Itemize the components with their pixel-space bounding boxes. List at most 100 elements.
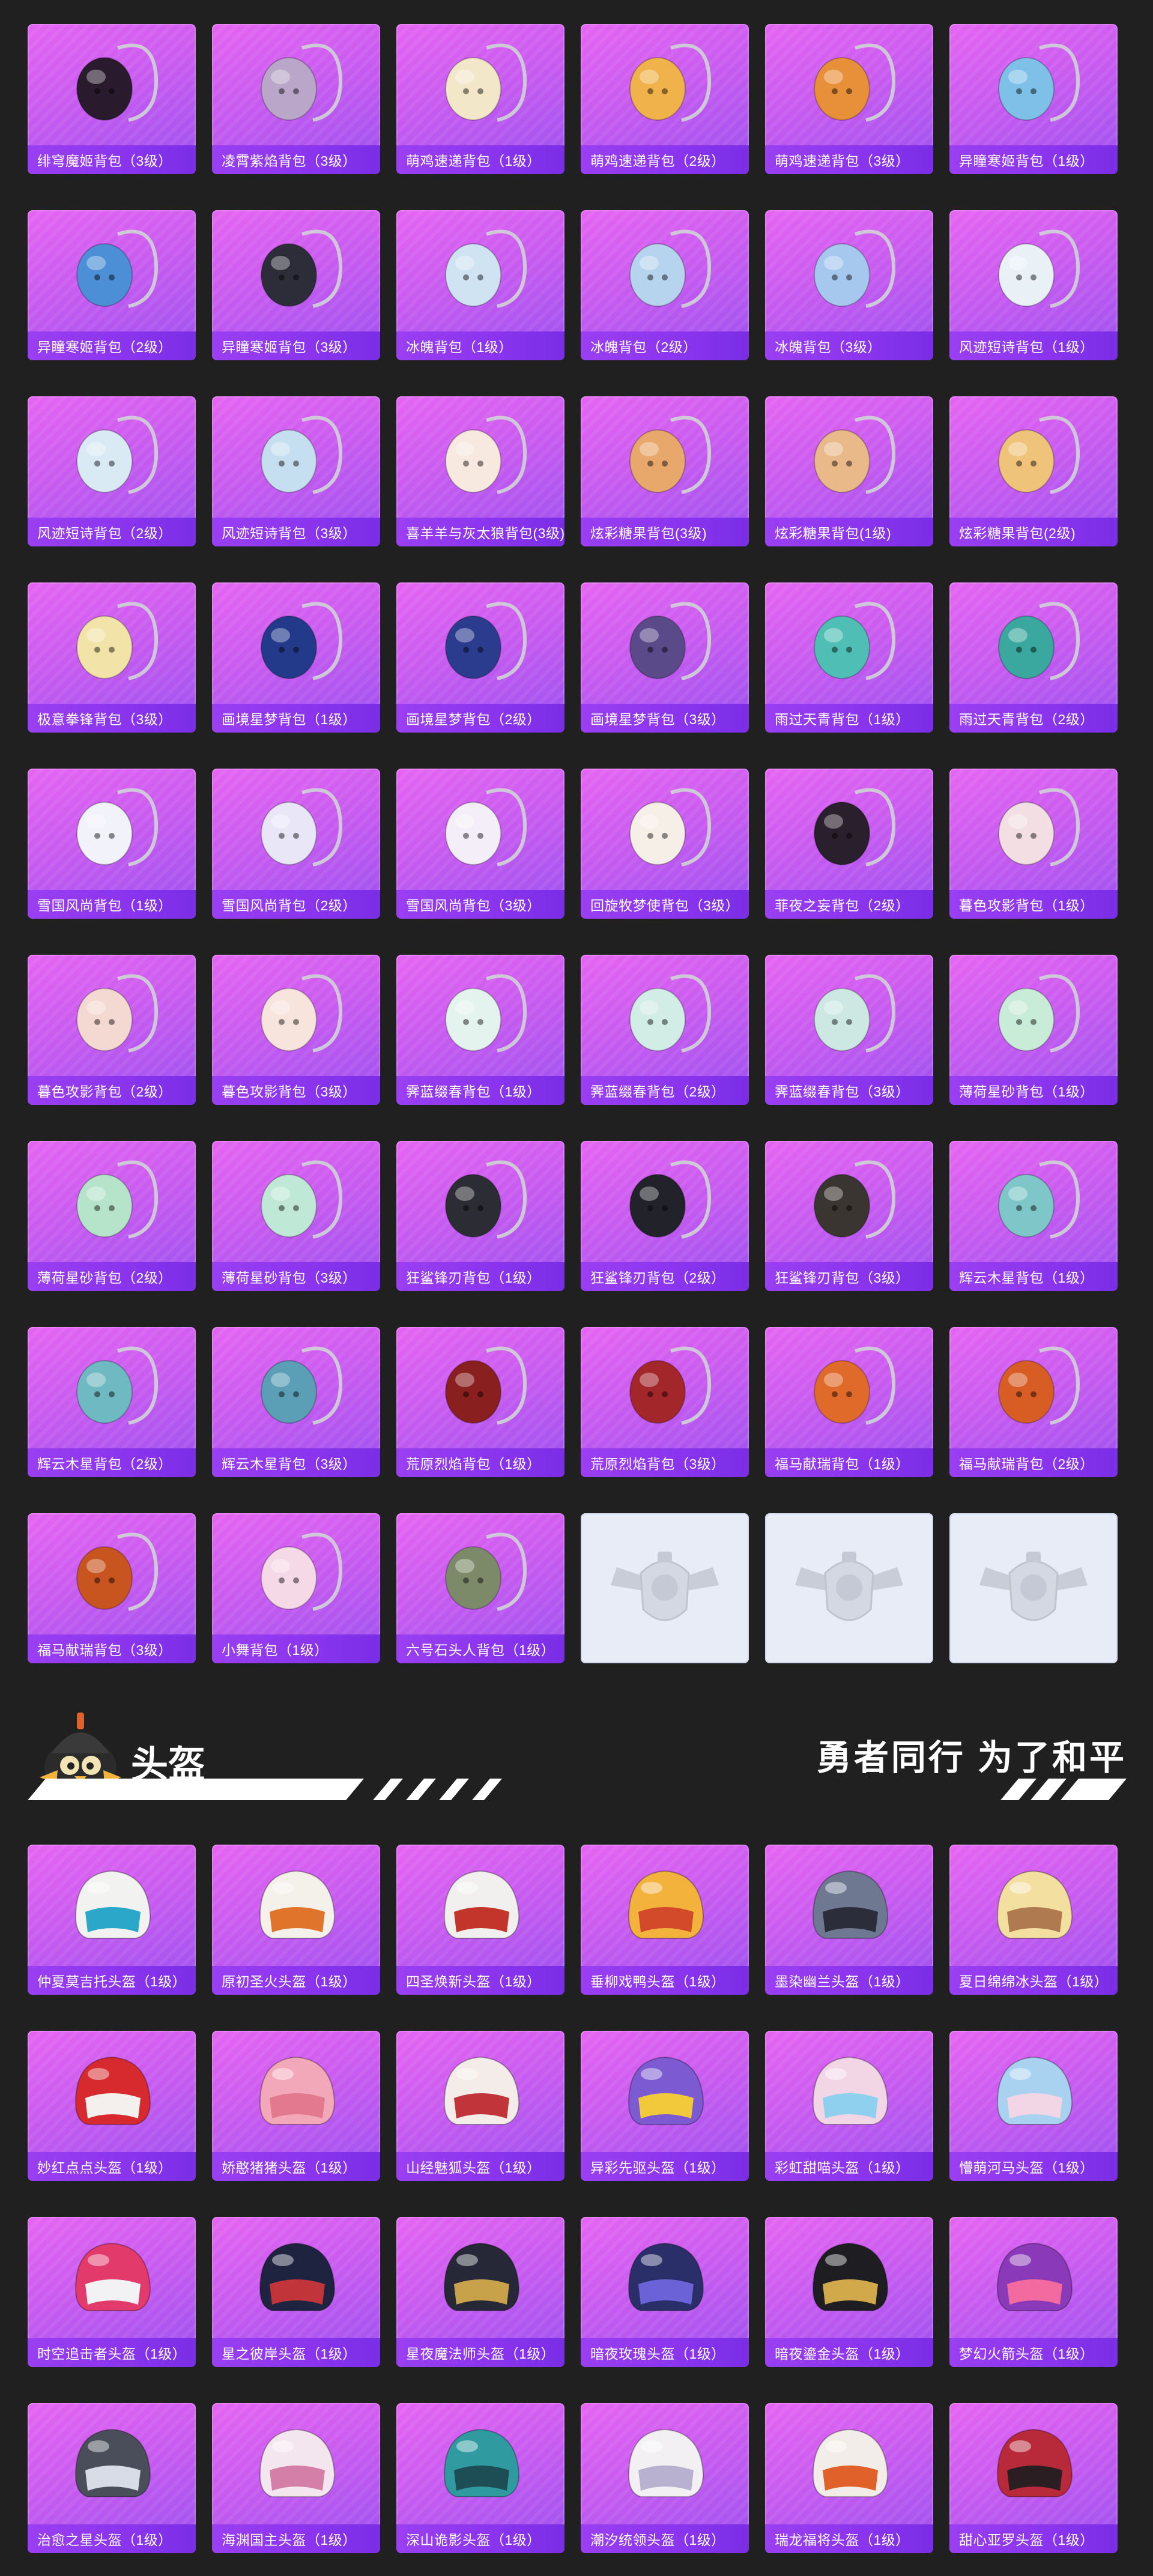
helmet-card[interactable]: 夏日绵绵冰头盔（1级） (949, 1845, 1118, 1995)
helmet-card-label: 暗夜鎏金头盔（1级） (775, 2346, 910, 2362)
backpack-card[interactable]: 凌霄紫焰背包（3级） (212, 24, 380, 174)
backpack-card[interactable]: 冰魄背包（3级） (765, 210, 933, 360)
backpack-card[interactable]: 雪国风尚背包（1级） (28, 769, 196, 919)
backpack-card[interactable]: 福马献瑞背包（3级） (28, 1513, 196, 1663)
backpack-card[interactable]: 风迹短诗背包（3级） (212, 396, 380, 546)
helmet-card[interactable]: 星之彼岸头盔（1级） (212, 2217, 380, 2367)
helmet-card[interactable]: 山经魅狐头盔（1级） (396, 2031, 564, 2181)
backpack-card[interactable]: 回旋牧梦使背包（3级） (581, 769, 749, 919)
backpack-card[interactable]: 霁蓝缀春背包（3级） (765, 955, 933, 1105)
backpack-card[interactable]: 画境星梦背包（1级） (212, 582, 380, 733)
helmet-card[interactable]: 甜心亚罗头盔（1级） (949, 2403, 1118, 2553)
section-slogan: 勇者同行 为了和平 (816, 1738, 1127, 1777)
backpack-card[interactable]: 狂鲨锋刃背包（3级） (765, 1141, 933, 1291)
backpack-card[interactable]: 辉云木星背包（3级） (212, 1327, 380, 1477)
backpack-card[interactable]: 雨过天青背包（1级） (765, 582, 933, 733)
backpack-card[interactable]: 霁蓝缀春背包（2级） (581, 955, 749, 1105)
backpack-card[interactable]: 荒原烈焰背包（1级） (396, 1327, 564, 1477)
helmet-icon (628, 2242, 704, 2311)
backpack-card[interactable]: 薄荷星砂背包（1级） (949, 955, 1118, 1105)
backpack-book-icon (629, 602, 712, 680)
helmet-card-label: 梦幻火箭头盔（1级） (959, 2346, 1094, 2362)
helmet-card-label: 仲夏莫吉托头盔（1级） (37, 1974, 187, 1989)
backpack-card[interactable]: 萌鸡速递背包（2级） (581, 24, 749, 174)
backpack-card[interactable]: 荒原烈焰背包（3级） (581, 1327, 749, 1477)
backpack-card[interactable]: 风迹短诗背包（2级） (28, 396, 196, 546)
backpack-card[interactable]: 雨过天青背包（2级） (949, 582, 1118, 733)
helmet-card-label: 瑞龙福将头盔（1级） (775, 2532, 910, 2548)
backpack-card[interactable]: 小舞背包（1级） (212, 1513, 380, 1663)
backpack-card-label: 画境星梦背包（1级） (222, 712, 357, 727)
backpack-card-label-bar: 异瞳寒姬背包（3级） (212, 331, 380, 360)
helmet-card[interactable]: 仲夏莫吉托头盔（1级） (28, 1845, 196, 1995)
backpack-card[interactable]: 暮色攻影背包（2级） (28, 955, 196, 1105)
helmet-card-label-bar: 甜心亚罗头盔（1级） (949, 2524, 1118, 2553)
backpack-card[interactable]: 薄荷星砂背包（2级） (28, 1141, 196, 1291)
backpack-card[interactable]: 暮色攻影背包（1级） (949, 769, 1118, 919)
backpack-card[interactable]: 炫彩糖果背包(1级) (765, 396, 933, 546)
helmet-card[interactable]: 治愈之星头盔（1级） (28, 2403, 196, 2553)
backpack-card[interactable]: 辉云木星背包（2级） (28, 1327, 196, 1477)
helmet-card[interactable]: 暗夜玫瑰头盔（1级） (581, 2217, 749, 2367)
backpack-card[interactable]: 福马献瑞背包（1级） (765, 1327, 933, 1477)
backpack-card[interactable]: 萌鸡速递背包（3级） (765, 24, 933, 174)
helmet-card[interactable]: 暗夜鎏金头盔（1级） (765, 2217, 933, 2367)
backpack-card-label: 狂鲨锋刃背包（1级） (406, 1270, 541, 1286)
backpack-card[interactable]: 极意拳锋背包（3级） (28, 582, 196, 733)
backpack-card[interactable]: 喜羊羊与灰太狼背包(3级) (396, 396, 564, 546)
backpack-card[interactable]: 福马献瑞背包（2级） (949, 1327, 1118, 1477)
helmet-card[interactable]: 妙红点点头盔（1级） (28, 2031, 196, 2181)
backpack-card-label-bar: 薄荷星砂背包（3级） (212, 1262, 380, 1291)
backpack-card-label: 雨过天青背包（1级） (775, 712, 910, 727)
helmet-card[interactable]: 原初圣火头盔（1级） (212, 1845, 380, 1995)
backpack-card[interactable]: 薄荷星砂背包（3级） (212, 1141, 380, 1291)
helmet-card[interactable]: 瑞龙福将头盔（1级） (765, 2403, 933, 2553)
backpack-card[interactable]: 萌鸡速递背包（1级） (396, 24, 564, 174)
backpack-card[interactable]: 狂鲨锋刃背包（1级） (396, 1141, 564, 1291)
backpack-card[interactable]: 冰魄背包（2级） (581, 210, 749, 360)
backpack-card[interactable]: 霁蓝缀春背包（1级） (396, 955, 564, 1105)
helmet-card-label: 星之彼岸头盔（1级） (222, 2346, 357, 2362)
helmet-card[interactable]: 时空追击者头盔（1级） (28, 2217, 196, 2367)
helmet-card[interactable]: 潮汐统领头盔（1级） (581, 2403, 749, 2553)
backpack-card-label: 绯穹魔姬背包（3级） (37, 153, 172, 169)
backpack-card-label-bar: 福马献瑞背包（1级） (765, 1448, 933, 1477)
helmet-card[interactable]: 异彩先驱头盔（1级） (581, 2031, 749, 2181)
helmet-card[interactable]: 海渊国主头盔（1级） (212, 2403, 380, 2553)
backpack-card-label: 萌鸡速递背包（3级） (775, 153, 910, 169)
backpack-card[interactable]: 炫彩糖果背包(3级) (581, 396, 749, 546)
backpack-card[interactable]: 辉云木星背包（1级） (949, 1141, 1118, 1291)
backpack-card-label-bar: 薄荷星砂背包（1级） (949, 1076, 1118, 1105)
backpack-card-label: 回旋牧梦使背包（3级） (590, 898, 740, 913)
helmet-card-label-bar: 治愈之星头盔（1级） (28, 2524, 196, 2553)
helmet-card[interactable]: 星夜魔法师头盔（1级） (396, 2217, 564, 2367)
backpack-card[interactable]: 菲夜之妄背包（2级） (765, 769, 933, 919)
helmet-card[interactable]: 彩虹甜喵头盔（1级） (765, 2031, 933, 2181)
backpack-card-label: 冰魄背包（1级） (406, 339, 513, 355)
helmet-card[interactable]: 墨染幽兰头盔（1级） (765, 1845, 933, 1995)
backpack-card[interactable]: 异瞳寒姬背包（3级） (212, 210, 380, 360)
backpack-card[interactable]: 风迹短诗背包（1级） (949, 210, 1118, 360)
backpack-card[interactable]: 绯穹魔姬背包（3级） (28, 24, 196, 174)
backpack-card[interactable]: 狂鲨锋刃背包（2级） (581, 1141, 749, 1291)
backpack-card[interactable]: 雪国风尚背包（2级） (212, 769, 380, 919)
backpack-card[interactable]: 炫彩糖果背包(2级) (949, 396, 1118, 546)
backpack-card[interactable]: 画境星梦背包（2级） (396, 582, 564, 733)
backpack-card[interactable]: 六号石头人背包（1级） (396, 1513, 564, 1663)
backpack-card[interactable]: 异瞳寒姬背包（2级） (28, 210, 196, 360)
helmet-card[interactable]: 四圣焕新头盔（1级） (396, 1845, 564, 1995)
helmet-card-label-bar: 懵萌河马头盔（1级） (949, 2152, 1118, 2181)
helmet-card[interactable]: 懵萌河马头盔（1级） (949, 2031, 1118, 2181)
backpack-card[interactable]: 画境星梦背包（3级） (581, 582, 749, 733)
helmet-card[interactable]: 娇憨猪猪头盔（1级） (212, 2031, 380, 2181)
helmet-card[interactable]: 垂柳戏鸭头盔（1级） (581, 1845, 749, 1995)
helmet-card[interactable]: 梦幻火箭头盔（1级） (949, 2217, 1118, 2367)
backpack-card[interactable]: 雪国风尚背包（3级） (396, 769, 564, 919)
helmet-card[interactable]: 深山诡影头盔（1级） (396, 2403, 564, 2553)
backpack-card[interactable]: 暮色攻影背包（3级） (212, 955, 380, 1105)
backpack-drop-icon (814, 602, 896, 680)
backpack-card[interactable]: 冰魄背包（1级） (396, 210, 564, 360)
backpack-card-label-bar: 薄荷星砂背包（2级） (28, 1262, 196, 1291)
backpack-card-label: 雪国风尚背包（2级） (222, 898, 357, 913)
backpack-card[interactable]: 异瞳寒姬背包（1级） (949, 24, 1118, 174)
